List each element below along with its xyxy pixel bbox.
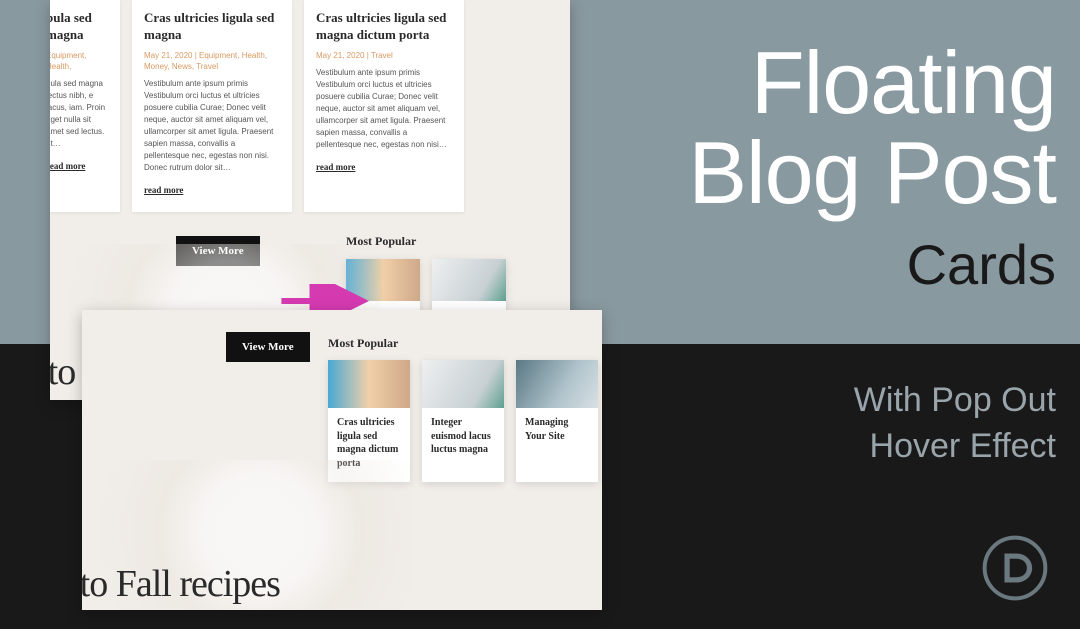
popular-card-thumbnail: [432, 259, 506, 301]
subtitle-block: With Pop Out Hover Effect: [854, 378, 1056, 470]
popular-card-thumbnail: [516, 360, 598, 408]
most-popular-heading: Most Popular: [328, 336, 398, 351]
popular-card[interactable]: Integer euismod lacus luctus magna: [422, 360, 504, 482]
read-more-link[interactable]: read more: [144, 185, 183, 195]
subtitle-line-2: Hover Effect: [854, 424, 1056, 470]
blog-card-excerpt: Vestibulum ante ipsum primis Vestibulum …: [316, 67, 452, 151]
blog-card-meta: Equipment, Health,: [50, 50, 108, 72]
headline-line-2: Blog Post: [688, 128, 1056, 218]
read-more-link[interactable]: read more: [50, 161, 85, 171]
blog-card-meta: May 21, 2020 | Equipment, Health, Money,…: [144, 50, 280, 72]
blog-card-meta: May 21, 2020 | Travel: [316, 50, 452, 61]
popular-card[interactable]: Managing Your Site: [516, 360, 598, 482]
blog-card-excerpt: bula sed magna lectus nibh, e lacus, iam…: [50, 78, 108, 150]
fall-recipes-heading: -to Fall recipes: [82, 562, 280, 606]
subtitle-line-1: With Pop Out: [854, 378, 1056, 424]
headline-cards: Cards: [688, 232, 1056, 297]
popular-card-thumbnail: [328, 360, 410, 408]
popular-card-title: Integer euismod lacus luctus magna: [422, 408, 504, 469]
view-more-button[interactable]: View More: [226, 332, 310, 362]
divi-logo-icon: [982, 535, 1048, 601]
blog-card[interactable]: bula sed magna Equipment, Health, bula s…: [50, 0, 120, 212]
headline-line-1: Floating: [688, 38, 1056, 128]
blog-card-row: bula sed magna Equipment, Health, bula s…: [50, 0, 570, 212]
blog-card-title: Cras ultricies ligula sed magna dictum p…: [316, 10, 452, 44]
read-more-link[interactable]: read more: [316, 162, 355, 172]
demo-screenshot-lower: View More Most Popular Cras ultricies li…: [82, 310, 602, 610]
headline-block: Floating Blog Post Cards: [688, 38, 1056, 297]
blog-card[interactable]: Cras ultricies ligula sed magna dictum p…: [304, 0, 464, 212]
blog-card-excerpt: Vestibulum ante ipsum primis Vestibulum …: [144, 78, 280, 174]
blog-card-title: Cras ultricies ligula sed magna: [144, 10, 280, 44]
popular-card-title: Managing Your Site: [516, 408, 598, 455]
blog-card[interactable]: Cras ultricies ligula sed magna May 21, …: [132, 0, 292, 212]
blog-card-title: bula sed magna: [50, 10, 108, 44]
popular-card-thumbnail: [422, 360, 504, 408]
